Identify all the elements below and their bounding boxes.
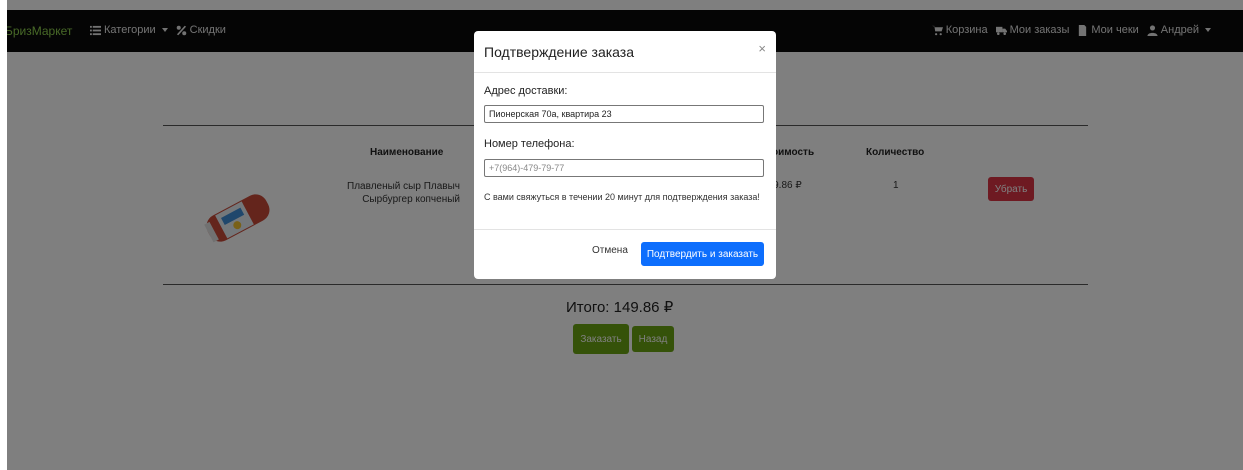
confirm-order-button[interactable]: Подтвердить и заказать (641, 242, 764, 266)
window-edge (0, 0, 7, 470)
phone-label: Номер телефона: (484, 138, 575, 150)
modal-header: Подтверждение заказа × (474, 31, 776, 73)
phone-field[interactable] (484, 159, 764, 177)
cancel-button[interactable]: Отмена (592, 245, 628, 256)
modal-footer: Отмена Подтвердить и заказать (474, 229, 776, 279)
order-confirmation-modal: Подтверждение заказа × Адрес доставки: Н… (474, 31, 776, 279)
close-icon[interactable]: × (758, 41, 766, 56)
page: БризМаркет Категории Скидки Корзина Мои … (0, 0, 1243, 470)
help-text: С вами свяжуться в течении 20 минут для … (484, 192, 760, 202)
modal-title: Подтверждение заказа (484, 44, 634, 60)
address-label: Адрес доставки: (484, 85, 568, 97)
address-field[interactable] (484, 105, 764, 123)
